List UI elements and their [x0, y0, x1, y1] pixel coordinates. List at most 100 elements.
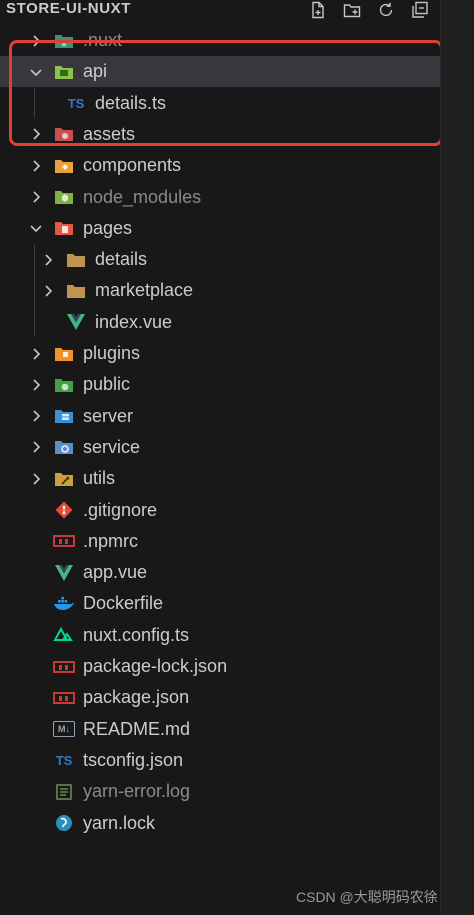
chevron-right-icon[interactable] [27, 407, 45, 425]
nuxt-file-icon [53, 625, 75, 645]
tree-item-label: pages [83, 217, 133, 238]
tree-file-gitignore[interactable]: .gitignore [0, 495, 440, 526]
tree-item-label: yarn.lock [83, 812, 156, 833]
explorer-panel: STORE-UI-NUXT .nuxt api TS details.ts assets… [0, 0, 443, 915]
tree-folder-api[interactable]: api [0, 56, 440, 88]
tree-folder-pages[interactable]: pages [0, 213, 440, 244]
tree-folder-node-modules[interactable]: node_modules [0, 182, 440, 213]
chevron-down-icon[interactable] [27, 63, 45, 81]
markdown-file-icon: M↓ [53, 719, 75, 739]
tree-item-label: utils [83, 468, 116, 489]
tree-folder-server[interactable]: server [0, 401, 440, 432]
tree-item-label: package-lock.json [83, 656, 228, 676]
tree-file-yarn-lock[interactable]: yarn.lock [0, 808, 440, 839]
chevron-right-icon[interactable] [27, 125, 45, 143]
chevron-right-icon[interactable] [39, 282, 57, 300]
chevron-right-icon[interactable] [27, 470, 45, 488]
tree-item-label: index.vue [95, 311, 173, 332]
tree-item-label: marketplace [95, 280, 194, 301]
tree-item-label: server [83, 405, 134, 426]
chevron-right-icon[interactable] [27, 157, 45, 175]
tree-item-label: components [83, 155, 182, 176]
utils-folder-icon [53, 469, 75, 489]
tree-item-label: yarn-error.log [83, 781, 191, 802]
explorer-actions [306, 0, 432, 20]
tree-item-label: api [83, 61, 108, 82]
node-modules-folder-icon [53, 187, 75, 207]
tree-item-label: details [95, 249, 148, 270]
tree-folder-marketplace[interactable]: marketplace [0, 275, 440, 306]
tree-item-label: details.ts [95, 92, 167, 113]
docker-file-icon [53, 594, 75, 614]
folder-icon [65, 250, 87, 270]
chevron-right-icon[interactable] [39, 251, 57, 269]
tree-file-package-json[interactable]: package.json [0, 682, 440, 713]
tree-item-label: app.vue [83, 562, 148, 583]
tree-item-label: plugins [83, 343, 141, 363]
tree-file-npmrc[interactable]: .npmrc [0, 526, 440, 557]
editor-area-edge [440, 0, 474, 915]
tree-folder-plugins[interactable]: plugins [0, 338, 440, 369]
tree-folder-nuxt[interactable]: .nuxt [0, 25, 440, 56]
tree-file-dockerfile[interactable]: Dockerfile [0, 588, 440, 619]
tree-item-label: tsconfig.json [83, 749, 184, 770]
tree-item-label: package.json [83, 687, 190, 708]
tree-item-label: Dockerfile [83, 593, 164, 614]
chevron-down-icon[interactable] [27, 219, 45, 237]
project-title: STORE-UI-NUXT [6, 0, 132, 17]
service-folder-icon [53, 437, 75, 457]
tree-folder-details[interactable]: details [0, 244, 440, 275]
typescript-file-icon: TS [67, 95, 85, 111]
public-folder-icon [53, 375, 75, 395]
server-folder-icon [53, 406, 75, 426]
pages-folder-icon [53, 218, 75, 238]
tree-file-readme-md[interactable]: M↓ README.md [0, 714, 440, 745]
tree-item-label: node_modules [83, 186, 202, 207]
tree-folder-public[interactable]: public [0, 369, 440, 400]
log-file-icon [53, 782, 75, 802]
tree-item-label: nuxt.config.ts [83, 624, 190, 645]
new-folder-icon[interactable] [340, 0, 364, 20]
tree-item-label: .npmrc [83, 530, 139, 551]
explorer-header: STORE-UI-NUXT [0, 0, 440, 22]
tree-file-nuxt-config-ts[interactable]: nuxt.config.ts [0, 620, 440, 651]
tsconfig-file-icon: TS [55, 752, 73, 768]
npm-file-icon [53, 688, 75, 708]
tree-file-yarn-error-log[interactable]: yarn-error.log [0, 776, 440, 807]
chevron-right-icon[interactable] [27, 32, 45, 50]
chevron-right-icon[interactable] [27, 345, 45, 363]
chevron-right-icon[interactable] [27, 376, 45, 394]
tree-file-package-lock-json[interactable]: package-lock.json [0, 651, 440, 682]
vue-file-icon [53, 563, 75, 583]
tree-item-label: service [83, 436, 141, 457]
refresh-icon[interactable] [374, 0, 398, 20]
new-file-icon[interactable] [306, 0, 330, 20]
tree-item-label: assets [83, 123, 136, 144]
tree-folder-assets[interactable]: assets [0, 119, 440, 150]
tree-folder-service[interactable]: service [0, 432, 440, 463]
yarn-file-icon [53, 813, 75, 833]
api-folder-icon [53, 62, 75, 82]
tree-file-tsconfig-json[interactable]: TS tsconfig.json [0, 745, 440, 776]
assets-folder-icon [53, 124, 75, 144]
tree-folder-utils[interactable]: utils [0, 463, 440, 494]
tree-file-details-ts[interactable]: TS details.ts [0, 88, 440, 119]
components-folder-icon [53, 156, 75, 176]
npm-file-icon [53, 531, 75, 551]
tree-item-label: .nuxt [83, 30, 123, 50]
tree-folder-components[interactable]: components [0, 150, 440, 181]
plugins-folder-icon [53, 344, 75, 364]
watermark: CSDN @大聪明码农徐 [296, 889, 438, 905]
tree-item-label: .gitignore [83, 499, 158, 520]
tree-item-label: README.md [83, 718, 191, 739]
chevron-right-icon[interactable] [27, 188, 45, 206]
npm-file-icon [53, 657, 75, 677]
tree-file-index-vue[interactable]: index.vue [0, 307, 440, 338]
nuxt-folder-icon [53, 31, 75, 51]
tree-item-label: public [83, 374, 131, 395]
git-file-icon [53, 500, 75, 520]
folder-icon [65, 281, 87, 301]
collapse-all-icon[interactable] [408, 0, 432, 20]
chevron-right-icon[interactable] [27, 438, 45, 456]
tree-file-app-vue[interactable]: app.vue [0, 557, 440, 588]
